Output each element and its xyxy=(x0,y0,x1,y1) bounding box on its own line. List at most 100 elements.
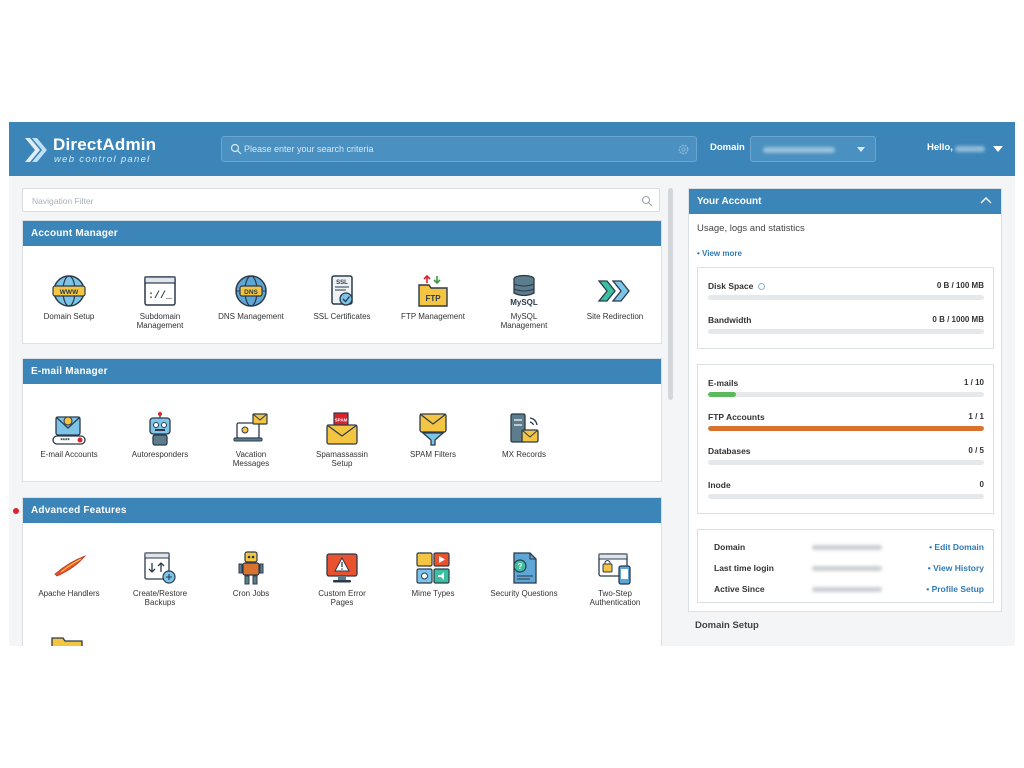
user-name[interactable] xyxy=(955,146,985,152)
notification-dot xyxy=(13,508,19,514)
tile-ftp-management[interactable]: FTP FTP Management xyxy=(393,273,473,321)
tile-mime-types[interactable]: Mime Types xyxy=(393,550,473,598)
svg-text:SPAM: SPAM xyxy=(335,418,348,423)
directadmin-window: DirectAdmin web control panel Domain Hel… xyxy=(9,122,1015,646)
tile-autoresponders[interactable]: Autoresponders xyxy=(120,411,200,459)
info-value xyxy=(812,587,882,592)
tile-custom-error-pages[interactable]: Custom Error Pages xyxy=(302,550,382,607)
global-search[interactable] xyxy=(221,136,697,162)
redirect-arrows-icon xyxy=(597,280,630,302)
edit-domain-link[interactable]: • Edit Domain xyxy=(929,542,984,552)
error-monitor-icon xyxy=(326,553,358,583)
tile-ssl-certificates[interactable]: SSL SSL Certificates xyxy=(302,273,382,321)
tile-cron-jobs[interactable]: Cron Jobs xyxy=(211,550,291,598)
logo[interactable]: DirectAdmin web control panel xyxy=(23,134,163,166)
tile-create-restore-backups[interactable]: Create/Restore Backups xyxy=(120,550,200,607)
account-info-box: Domain • Edit Domain Last time login • V… xyxy=(697,529,994,603)
tile-mx-records[interactable]: MX Records xyxy=(484,411,564,459)
tile-email-accounts[interactable]: **** E-mail Accounts xyxy=(29,411,109,459)
svg-text:****: **** xyxy=(60,439,70,445)
view-more-link[interactable]: • View more xyxy=(697,249,742,258)
meter-label: Databases xyxy=(708,446,751,456)
meter-value: 1 / 1 xyxy=(968,412,984,421)
tile-label: Custom Error Pages xyxy=(318,589,366,607)
navigation-filter-input[interactable] xyxy=(32,193,612,208)
svg-text:WWW: WWW xyxy=(60,289,79,296)
info-row-domain: Domain • Edit Domain xyxy=(714,542,984,554)
profile-setup-link[interactable]: • Profile Setup xyxy=(926,584,984,594)
tile-label: Vacation Messages xyxy=(232,450,270,468)
robot-icon xyxy=(149,412,171,446)
search-icon xyxy=(641,195,653,207)
section-title[interactable]: E-mail Manager xyxy=(23,359,661,384)
svg-text:DNS: DNS xyxy=(244,289,258,296)
tile-two-step-authentication[interactable]: Two-Step Authentication xyxy=(575,550,655,607)
view-history-link[interactable]: • View History xyxy=(928,563,984,573)
meter-fill xyxy=(708,392,736,397)
tile-security-questions[interactable]: ? Security Questions xyxy=(484,550,564,598)
domain-select[interactable] xyxy=(750,136,876,162)
loading-spinner-icon xyxy=(758,283,766,290)
gear-icon[interactable] xyxy=(677,143,690,156)
meter-label: Inode xyxy=(708,480,731,490)
folder-icon[interactable] xyxy=(49,630,85,646)
email-manager-section: E-mail Manager **** E-mail Accounts Auto… xyxy=(22,358,662,482)
terminal-window-icon: ://_ xyxy=(144,276,176,306)
chevron-down-icon xyxy=(857,147,865,152)
tile-spam-filters[interactable]: SPAM Filters xyxy=(393,411,473,459)
meter-track xyxy=(708,295,984,300)
search-input[interactable] xyxy=(244,140,664,158)
chevron-up-icon[interactable] xyxy=(979,194,993,208)
info-value xyxy=(812,566,882,571)
account-subtitle: Usage, logs and statistics xyxy=(697,223,805,234)
navigation-filter[interactable] xyxy=(22,188,660,212)
user-greeting[interactable]: Hello, xyxy=(927,142,953,153)
tile-label: Subdomain Management xyxy=(136,312,184,330)
tile-apache-handlers[interactable]: Apache Handlers xyxy=(29,550,109,598)
tile-label: Apache Handlers xyxy=(38,589,100,598)
vacation-laptop-icon xyxy=(233,413,268,442)
tile-label: Cron Jobs xyxy=(232,589,270,598)
meter-track xyxy=(708,329,984,334)
tile-label: Site Redirection xyxy=(586,312,644,321)
your-account-header[interactable]: Your Account xyxy=(689,189,1001,214)
section-title[interactable]: Advanced Features xyxy=(23,498,661,523)
tile-dns-management[interactable]: DNS DNS Management xyxy=(211,273,291,321)
two-step-auth-icon xyxy=(598,553,631,585)
svg-text:MySQL: MySQL xyxy=(510,298,538,307)
user-menu-caret-icon[interactable] xyxy=(993,146,1003,152)
www-globe-icon: WWW xyxy=(52,275,86,307)
your-account-panel: Your Account Usage, logs and statistics … xyxy=(688,188,1002,612)
tile-label: Domain Setup xyxy=(43,312,95,321)
meter-track xyxy=(708,460,984,465)
tile-mysql-management[interactable]: MySQL MySQL Management xyxy=(484,273,564,330)
tile-site-redirection[interactable]: Site Redirection xyxy=(575,273,655,321)
tile-label: DNS Management xyxy=(218,312,284,321)
tile-vacation-messages[interactable]: Vacation Messages xyxy=(211,411,291,468)
section-title[interactable]: Account Manager xyxy=(23,221,661,246)
tile-label: SPAM Filters xyxy=(409,450,457,459)
tile-subdomain-management[interactable]: ://_ Subdomain Management xyxy=(120,273,200,330)
top-header: DirectAdmin web control panel Domain Hel… xyxy=(9,122,1015,176)
info-key: Last time login xyxy=(714,563,774,573)
meter-label: Bandwidth xyxy=(708,315,752,325)
meter-fill xyxy=(708,426,984,431)
tile-label: Create/Restore Backups xyxy=(132,589,188,607)
tile-label: E-mail Accounts xyxy=(40,450,98,459)
backup-icon xyxy=(144,552,176,584)
tile-spamassassin-setup[interactable]: SPAM Spamassassin Setup xyxy=(302,411,382,468)
logo-subtitle: web control panel xyxy=(54,154,151,165)
logo-name: DirectAdmin xyxy=(53,135,157,154)
info-key: Domain xyxy=(714,542,746,552)
domain-setup-heading[interactable]: Domain Setup xyxy=(695,620,759,631)
tile-label: SSL Certificates xyxy=(313,312,371,321)
svg-text:://_: ://_ xyxy=(148,290,173,302)
meter-track xyxy=(708,426,984,431)
tile-label: MySQL Management xyxy=(500,312,548,330)
mysql-database-icon: MySQL xyxy=(510,274,538,307)
ssl-certificate-icon: SSL xyxy=(331,275,353,306)
main-scrollbar[interactable] xyxy=(668,188,673,400)
tile-domain-setup[interactable]: WWW Domain Setup xyxy=(29,273,109,321)
search-icon xyxy=(230,143,242,155)
dns-globe-icon: DNS xyxy=(235,275,267,307)
